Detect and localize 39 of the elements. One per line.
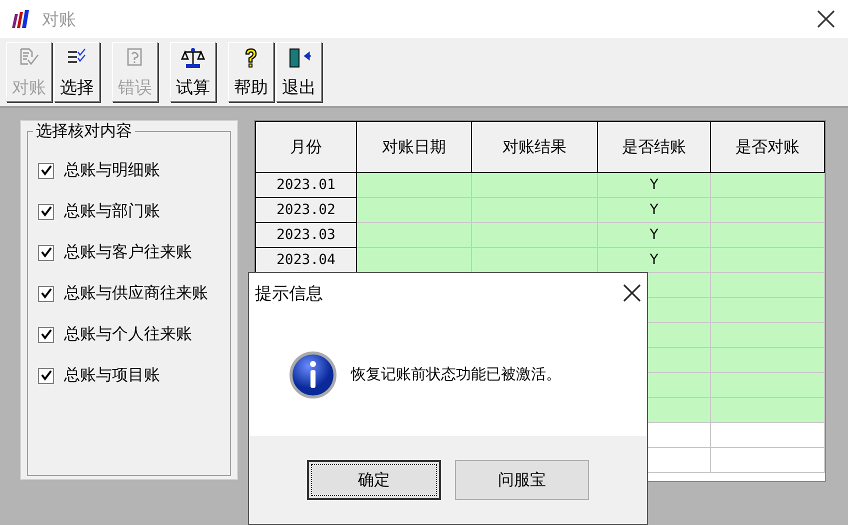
column-header: 对账结果 xyxy=(472,122,598,172)
month-cell: 2023.04 xyxy=(256,248,356,272)
checkbox[interactable] xyxy=(38,326,54,342)
window-title: 对账 xyxy=(42,8,76,30)
toolbar-button[interactable]: 选择 xyxy=(54,42,100,102)
month-cell: 2023.02 xyxy=(256,198,356,222)
option-label: 总账与客户往来账 xyxy=(64,242,192,263)
table-cell: Y xyxy=(598,248,710,272)
checkbox[interactable] xyxy=(38,368,54,384)
table-cell: Y xyxy=(598,198,710,222)
column-header: 对账日期 xyxy=(356,122,472,172)
column-header: 月份 xyxy=(256,122,356,172)
document-check-icon xyxy=(18,47,40,67)
dialog-button[interactable]: 确定 xyxy=(307,460,441,500)
option-label: 总账与部门账 xyxy=(64,201,160,222)
table-cell: Y xyxy=(598,222,710,248)
column-header: 是否对账 xyxy=(710,122,824,172)
dialog-title: 提示信息 xyxy=(255,282,323,304)
toolbar-button[interactable]: 退出 xyxy=(276,42,322,102)
scale-icon xyxy=(181,47,205,69)
table-cell: Y xyxy=(598,172,710,198)
checkbox[interactable] xyxy=(38,162,54,178)
close-icon[interactable] xyxy=(621,282,643,304)
checkbox[interactable] xyxy=(38,244,54,260)
checkbox[interactable] xyxy=(38,286,54,302)
column-header: 是否结账 xyxy=(598,122,710,172)
door-arrow-icon xyxy=(287,47,311,69)
toolbar-button[interactable]: 帮助 xyxy=(228,42,274,102)
dialog-button[interactable]: 问服宝 xyxy=(455,460,589,500)
toolbar-button[interactable]: 试算 xyxy=(170,42,216,102)
dialog-message: 恢复记账前状态功能已被激活。 xyxy=(351,365,561,384)
option-label: 总账与明细账 xyxy=(64,160,160,181)
info-icon xyxy=(289,350,337,398)
option-label: 总账与项目账 xyxy=(64,365,160,386)
option-label: 总账与供应商往来账 xyxy=(64,283,208,304)
option-label: 总账与个人往来账 xyxy=(64,324,192,345)
checkbox[interactable] xyxy=(38,204,54,220)
month-cell: 2023.01 xyxy=(256,172,356,198)
month-cell: 2023.03 xyxy=(256,222,356,248)
